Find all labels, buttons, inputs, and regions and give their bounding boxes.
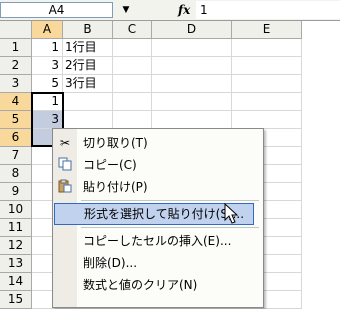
cell-b5[interactable]	[63, 111, 113, 129]
mouse-cursor-icon	[224, 203, 238, 224]
cell-c4[interactable]	[113, 93, 152, 111]
cell-b2[interactable]: 2行目	[63, 57, 113, 75]
row-header[interactable]: 2	[0, 57, 32, 75]
row-header[interactable]: 15	[0, 291, 32, 309]
cell-b4[interactable]	[63, 93, 113, 111]
paste-icon	[57, 179, 73, 195]
cell-e4[interactable]	[232, 93, 302, 111]
function-icon[interactable]: fx	[178, 2, 194, 18]
formula-input[interactable]: 1	[196, 1, 340, 19]
row-header[interactable]: 9	[0, 183, 32, 201]
row-header[interactable]: 8	[0, 165, 32, 183]
cell-c5[interactable]	[113, 111, 152, 129]
menu-item-label: 形式を選択して貼り付け(S)...	[84, 207, 245, 221]
column-header-c[interactable]: C	[113, 21, 152, 39]
cell-c2[interactable]	[113, 57, 152, 75]
cell-e1[interactable]	[232, 39, 302, 57]
cell-e2[interactable]	[232, 57, 302, 75]
column-header-e[interactable]: E	[232, 21, 302, 39]
menu-item-cut[interactable]: ✂ 切り取り(T)	[53, 132, 263, 154]
row-header[interactable]: 4	[0, 93, 32, 111]
cell-a4[interactable]: 1	[32, 93, 63, 111]
cell-e3[interactable]	[232, 75, 302, 93]
select-all-corner[interactable]	[0, 21, 32, 39]
row-header[interactable]: 10	[0, 201, 32, 219]
row-header[interactable]: 1	[0, 39, 32, 57]
row-header[interactable]: 14	[0, 273, 32, 291]
menu-separator	[81, 200, 259, 201]
cell-c1[interactable]	[113, 39, 152, 57]
row-header[interactable]: 11	[0, 219, 32, 237]
cell-a3[interactable]: 5	[32, 75, 63, 93]
row-header[interactable]: 6	[0, 129, 32, 147]
column-header-a[interactable]: A	[32, 21, 63, 39]
row-header[interactable]: 12	[0, 237, 32, 255]
menu-item-clear-contents[interactable]: 数式と値のクリア(N)	[53, 274, 263, 296]
scissors-icon: ✂	[59, 136, 71, 150]
cell-a1[interactable]: 1	[32, 39, 63, 57]
row-header[interactable]: 3	[0, 75, 32, 93]
column-header-b[interactable]: B	[63, 21, 113, 39]
row-header[interactable]: 7	[0, 147, 32, 165]
cell-d5[interactable]	[152, 111, 232, 129]
menu-item-label: 削除(D)...	[83, 256, 138, 270]
formula-bar: A4 ▼ fx 1	[0, 0, 340, 21]
menu-item-label: 切り取り(T)	[83, 136, 148, 150]
cell-b3[interactable]: 3行目	[63, 75, 113, 93]
menu-item-label: コピーしたセルの挿入(E)...	[83, 234, 232, 248]
menu-item-insert-copied[interactable]: コピーしたセルの挿入(E)...	[53, 230, 263, 252]
copy-icon	[57, 157, 73, 173]
menu-item-label: 貼り付け(P)	[83, 180, 148, 194]
name-box[interactable]: A4	[0, 2, 113, 18]
menu-item-label: コピー(C)	[83, 158, 137, 172]
menu-item-paste[interactable]: 貼り付け(P)	[53, 176, 263, 198]
menu-item-delete[interactable]: 削除(D)...	[53, 252, 263, 274]
cell-b1[interactable]: 1行目	[63, 39, 113, 57]
cell-d3[interactable]	[152, 75, 232, 93]
cell-d2[interactable]	[152, 57, 232, 75]
menu-separator	[81, 227, 259, 228]
cell-a5[interactable]: 3	[32, 111, 63, 129]
menu-item-copy[interactable]: コピー(C)	[53, 154, 263, 176]
row-header[interactable]: 13	[0, 255, 32, 273]
cell-c3[interactable]	[113, 75, 152, 93]
cell-e5[interactable]	[232, 111, 302, 129]
cell-d4[interactable]	[152, 93, 232, 111]
cell-d1[interactable]	[152, 39, 232, 57]
chevron-down-icon[interactable]: ▼	[118, 2, 134, 18]
menu-item-label: 数式と値のクリア(N)	[83, 278, 198, 292]
cell-a2[interactable]: 3	[32, 57, 63, 75]
row-header[interactable]: 5	[0, 111, 32, 129]
column-header-d[interactable]: D	[152, 21, 232, 39]
